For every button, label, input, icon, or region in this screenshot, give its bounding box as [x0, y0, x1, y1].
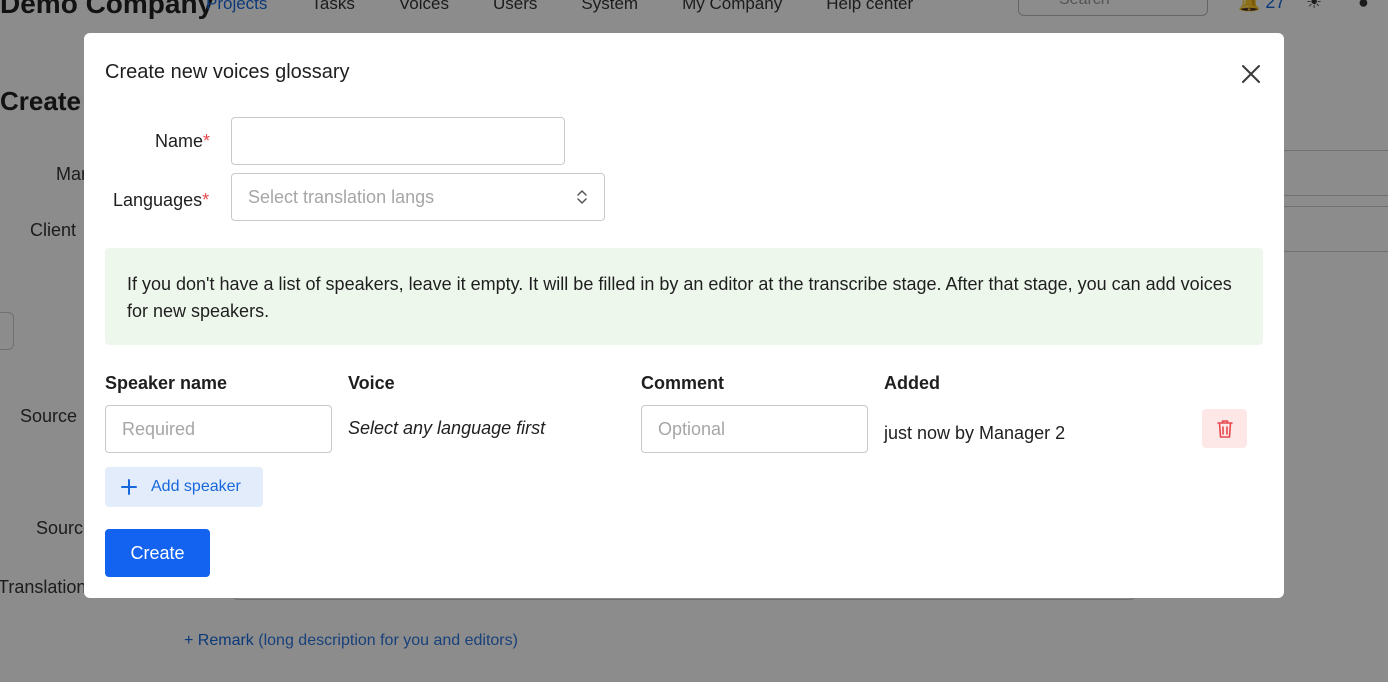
name-label: Name* — [155, 131, 210, 152]
comment-input[interactable] — [641, 405, 868, 453]
dialog-title: Create new voices glossary — [105, 61, 350, 83]
create-button[interactable]: Create — [105, 529, 210, 577]
header-comment: Comment — [641, 373, 725, 393]
header-added: Added — [884, 373, 940, 393]
languages-placeholder: Select translation langs — [248, 186, 435, 207]
required-mark: * — [202, 190, 210, 210]
add-speaker-button[interactable]: Add speaker — [105, 467, 263, 507]
delete-speaker-button[interactable] — [1202, 409, 1247, 448]
languages-select[interactable]: Select translation langs — [231, 173, 605, 221]
added-info: just now by Manager 2 — [884, 423, 1066, 443]
create-voices-glossary-dialog: Create new voices glossary Name* Languag… — [84, 33, 1284, 598]
header-voice: Voice — [348, 373, 395, 393]
name-label-text: Name — [155, 131, 204, 151]
languages-label: Languages* — [113, 190, 209, 211]
info-notice: If you don't have a list of speakers, le… — [105, 248, 1263, 345]
languages-label-text: Languages — [113, 190, 203, 210]
name-input[interactable] — [231, 117, 565, 165]
close-button[interactable] — [1238, 61, 1264, 87]
plus-icon — [121, 479, 137, 495]
speaker-name-input[interactable] — [105, 405, 332, 453]
required-mark: * — [203, 131, 211, 151]
header-speaker-name: Speaker name — [105, 373, 228, 393]
voice-hint: Select any language first — [348, 418, 546, 438]
close-icon — [1242, 65, 1260, 83]
chevron-up-down-icon — [577, 190, 587, 204]
add-speaker-label: Add speaker — [151, 478, 241, 495]
trash-icon — [1216, 419, 1233, 438]
